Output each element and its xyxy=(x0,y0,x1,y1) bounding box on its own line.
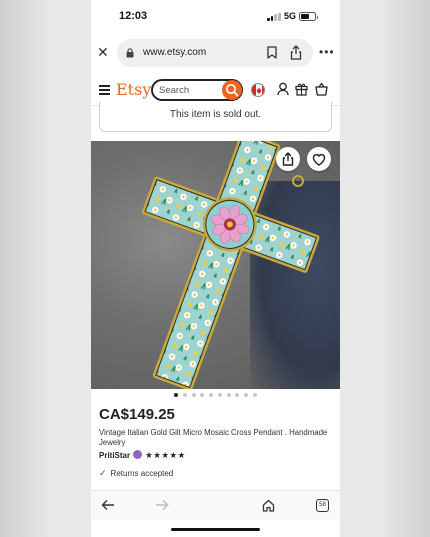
cross-pendant-image xyxy=(142,141,320,389)
home-indicator xyxy=(171,528,260,531)
carousel-dot[interactable] xyxy=(226,393,231,397)
close-icon[interactable]: ✕ xyxy=(97,45,109,59)
home-icon[interactable] xyxy=(262,499,275,512)
share-icon xyxy=(282,152,294,166)
rating-stars: ★★★★★ xyxy=(145,450,186,460)
url-text: www.etsy.com xyxy=(143,47,207,58)
carousel-dot[interactable] xyxy=(253,393,258,397)
search-button[interactable] xyxy=(222,80,242,100)
phone-screen: 12:03 5G ✕ www.etsy.com ••• Etsy Search … xyxy=(91,0,340,537)
etsy-logo[interactable]: Etsy xyxy=(116,80,151,99)
forward-arrow-icon[interactable] xyxy=(155,499,169,511)
carousel-dot[interactable] xyxy=(191,393,196,397)
lock-icon xyxy=(126,48,134,58)
heart-icon xyxy=(312,153,326,166)
returns-info: ✓ Returns accepted xyxy=(99,468,173,479)
shop-name[interactable]: PritiStar xyxy=(99,451,130,460)
tabs-button[interactable]: 58 xyxy=(316,499,329,512)
network-type: 5G xyxy=(284,11,297,21)
more-options-icon[interactable]: ••• xyxy=(319,46,335,58)
search-icon xyxy=(225,83,239,97)
carousel-dot[interactable] xyxy=(209,393,214,397)
search-input[interactable]: Search xyxy=(151,79,243,101)
battery-icon xyxy=(299,12,318,21)
bookmark-icon[interactable] xyxy=(267,46,277,59)
star-seller-badge-icon xyxy=(133,450,143,459)
product-image[interactable] xyxy=(91,141,340,389)
address-field[interactable]: www.etsy.com xyxy=(117,39,313,67)
browser-toolbar: 58 xyxy=(91,490,340,520)
cart-icon[interactable] xyxy=(315,82,328,96)
status-bar: 12:03 5G xyxy=(91,0,340,34)
gift-icon[interactable] xyxy=(295,82,308,96)
checkmark-icon: ✓ xyxy=(99,468,107,478)
canada-flag-icon[interactable] xyxy=(251,83,265,97)
returns-text: Returns accepted xyxy=(110,469,174,478)
account-icon[interactable] xyxy=(277,82,289,96)
shop-row: PritiStar ★★★★★ xyxy=(99,450,186,462)
search-placeholder: Search xyxy=(159,85,190,96)
share-button[interactable] xyxy=(276,147,300,171)
signal-icon xyxy=(267,13,281,21)
sold-out-banner: This item is sold out. xyxy=(99,102,332,132)
carousel-dot[interactable] xyxy=(173,393,178,397)
carousel-dot[interactable] xyxy=(200,393,205,397)
carousel-indicator[interactable] xyxy=(91,393,340,401)
carousel-dot[interactable] xyxy=(244,393,249,397)
back-arrow-icon[interactable] xyxy=(101,499,115,511)
carousel-dot[interactable] xyxy=(217,393,222,397)
share-icon[interactable] xyxy=(290,45,302,60)
product-title: Vintage Italian Gold Gilt Micro Mosaic C… xyxy=(99,428,328,447)
carousel-dot[interactable] xyxy=(182,393,187,397)
sold-out-text: This item is sold out. xyxy=(169,109,262,120)
price: CA$149.25 xyxy=(99,406,175,423)
carousel-dot[interactable] xyxy=(235,393,240,397)
menu-icon[interactable] xyxy=(99,85,110,97)
status-time: 12:03 xyxy=(119,10,148,22)
favorite-button[interactable] xyxy=(307,147,331,171)
browser-url-bar: ✕ www.etsy.com ••• xyxy=(91,36,340,70)
